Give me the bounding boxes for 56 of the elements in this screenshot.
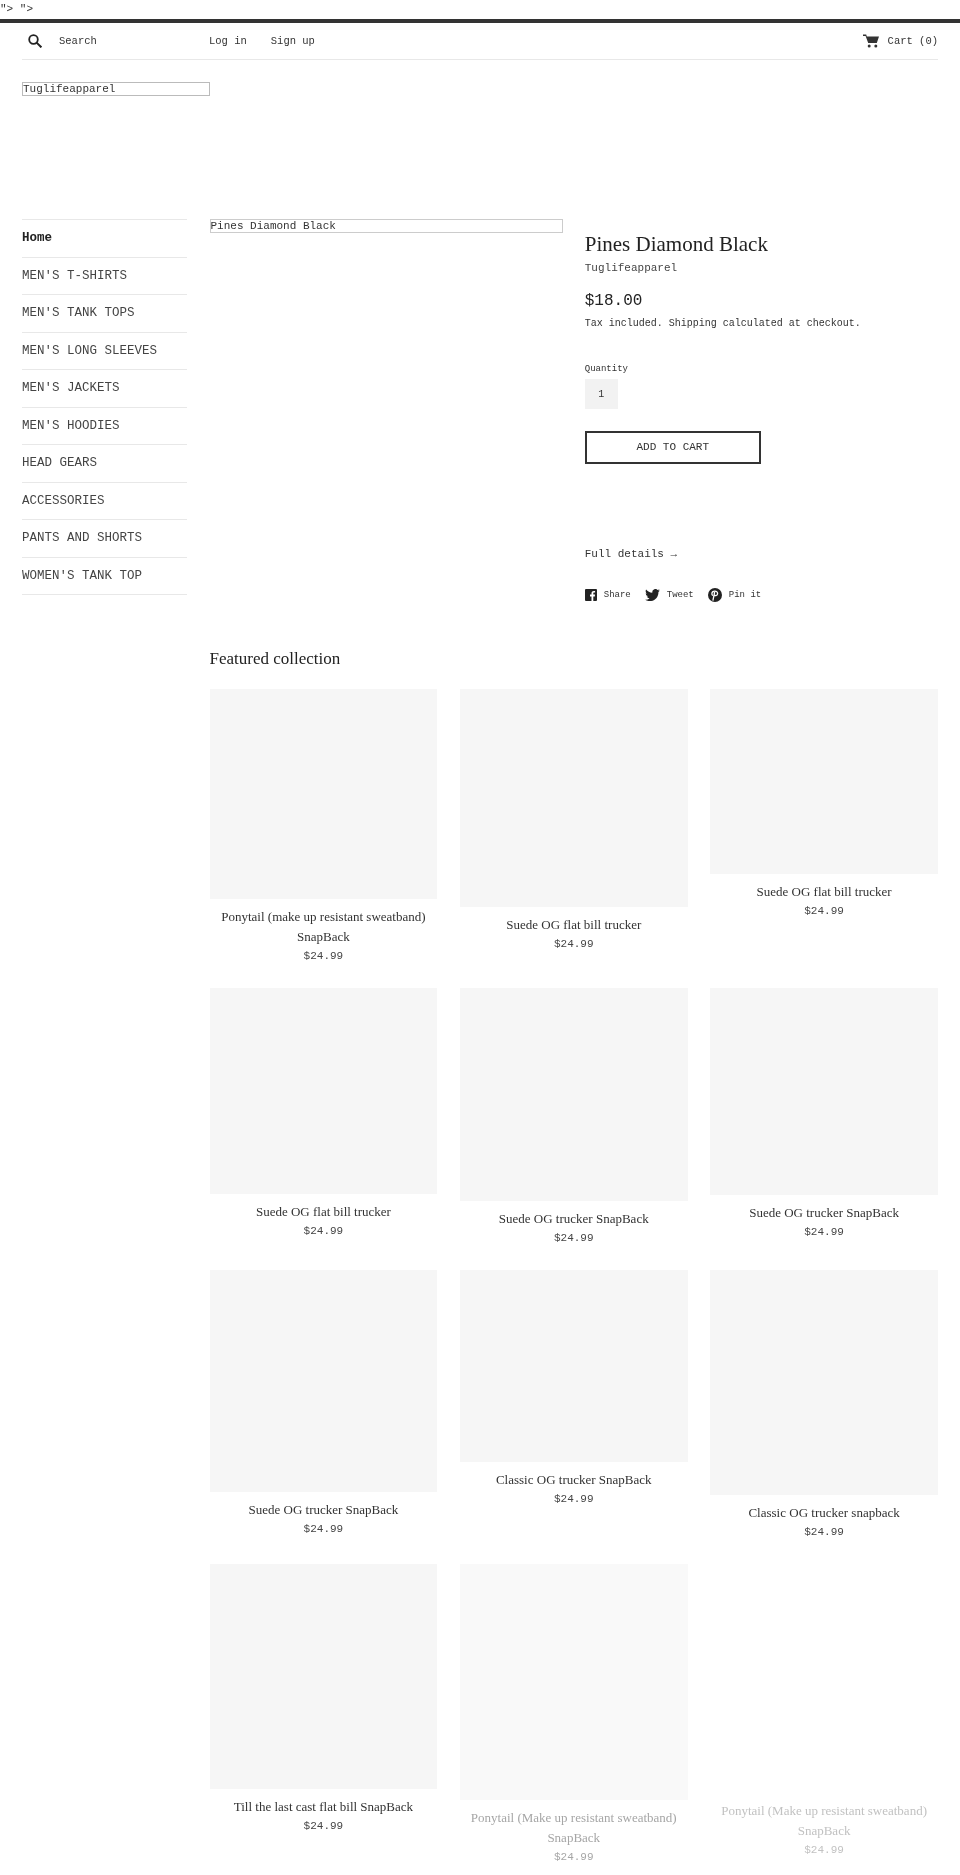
product-price: $24.99 xyxy=(303,1522,344,1537)
stray-text: "> "> xyxy=(0,2,33,17)
sidebar-link[interactable]: MEN'S LONG SLEEVES xyxy=(22,342,158,359)
sidebar-link[interactable]: ACCESSORIES xyxy=(22,492,105,509)
product-price: $24.99 xyxy=(804,904,844,919)
product-price: $24.99 xyxy=(553,937,594,952)
product-title-link[interactable]: Suede OG trucker SnapBack xyxy=(749,1203,899,1223)
product-price: $24.99 xyxy=(553,1231,594,1246)
pin-circle-icon xyxy=(707,588,722,602)
cart-icon xyxy=(862,34,879,48)
search-field[interactable]: Search xyxy=(59,31,187,51)
product-title: Pines Diamond Black xyxy=(584,231,768,257)
sidebar-link[interactable]: HEAD GEARS xyxy=(22,455,97,472)
full-details-link[interactable]: Full details → xyxy=(584,546,678,562)
product-title-link[interactable]: Ponytail (make up resistant sweatband) SnapBack xyxy=(209,907,438,947)
product-price: $24.99 xyxy=(303,1819,344,1834)
sidebar-link[interactable]: WOMEN'S TANK TOP xyxy=(22,567,143,584)
product-title-link[interactable]: Suede OG flat bill trucker xyxy=(255,1202,391,1222)
product-price: $24.99 xyxy=(804,1225,844,1240)
product-title-link[interactable]: Suede OG trucker SnapBack xyxy=(248,1500,399,1520)
product-title-link[interactable]: Suede OG flat bill trucker xyxy=(756,882,892,902)
tweet-link[interactable]: Tweet xyxy=(644,588,694,602)
sidebar-link[interactable]: MEN'S JACKETS xyxy=(22,380,120,397)
product-title-link[interactable]: Till the last cast flat bill SnapBack xyxy=(233,1797,414,1817)
product-price: $24.99 xyxy=(303,1224,344,1239)
sidebar-link[interactable]: MEN'S TANK TOPS xyxy=(22,305,135,322)
vendor-name: Tuglifeapparel xyxy=(584,261,678,276)
sidebar-link[interactable]: Home xyxy=(22,230,52,247)
letter-f-icon xyxy=(584,589,597,601)
product-title-link[interactable]: Classic OG trucker SnapBack xyxy=(495,1470,652,1490)
product-price: $24.99 xyxy=(553,1850,594,1865)
share-link[interactable]: Share xyxy=(584,588,631,602)
quantity-field[interactable]: 1 xyxy=(584,379,618,409)
section-heading: Featured collection xyxy=(209,648,341,670)
add-to-cart-button[interactable]: ADD TO CART xyxy=(584,431,761,464)
search-icon[interactable] xyxy=(28,34,42,48)
product-price: $18.00 xyxy=(584,291,643,312)
login-link[interactable]: Log in xyxy=(209,34,247,48)
product-title-link[interactable]: Classic OG trucker snapback xyxy=(748,1503,900,1523)
image-alt-box: Pines Diamond Black xyxy=(209,219,563,233)
product-price: $24.99 xyxy=(303,949,344,964)
product-price: $24.99 xyxy=(804,1843,844,1858)
sidebar-link[interactable]: PANTS AND SHORTS xyxy=(22,530,143,547)
sidebar-link[interactable]: MEN'S HOODIES xyxy=(22,417,120,434)
product-price: $24.99 xyxy=(553,1492,594,1507)
cart-link[interactable]: Cart (0) xyxy=(862,34,938,48)
product-title-link[interactable]: Suede OG trucker SnapBack xyxy=(498,1209,649,1229)
product-title-link[interactable]: Suede OG flat bill trucker xyxy=(506,915,642,935)
tax-note: Tax included. Shipping calculated at checkout. xyxy=(584,317,861,331)
signup-link[interactable]: Sign up xyxy=(270,34,315,48)
quantity-label: Quantity xyxy=(584,363,628,375)
sidebar-link[interactable]: MEN'S T-SHIRTS xyxy=(22,267,128,284)
product-price: $24.99 xyxy=(804,1525,844,1540)
bird-icon xyxy=(644,589,660,601)
logo-link[interactable]: Tuglifeapparel xyxy=(22,82,210,96)
pin-it-link[interactable]: Pin it xyxy=(707,588,762,602)
